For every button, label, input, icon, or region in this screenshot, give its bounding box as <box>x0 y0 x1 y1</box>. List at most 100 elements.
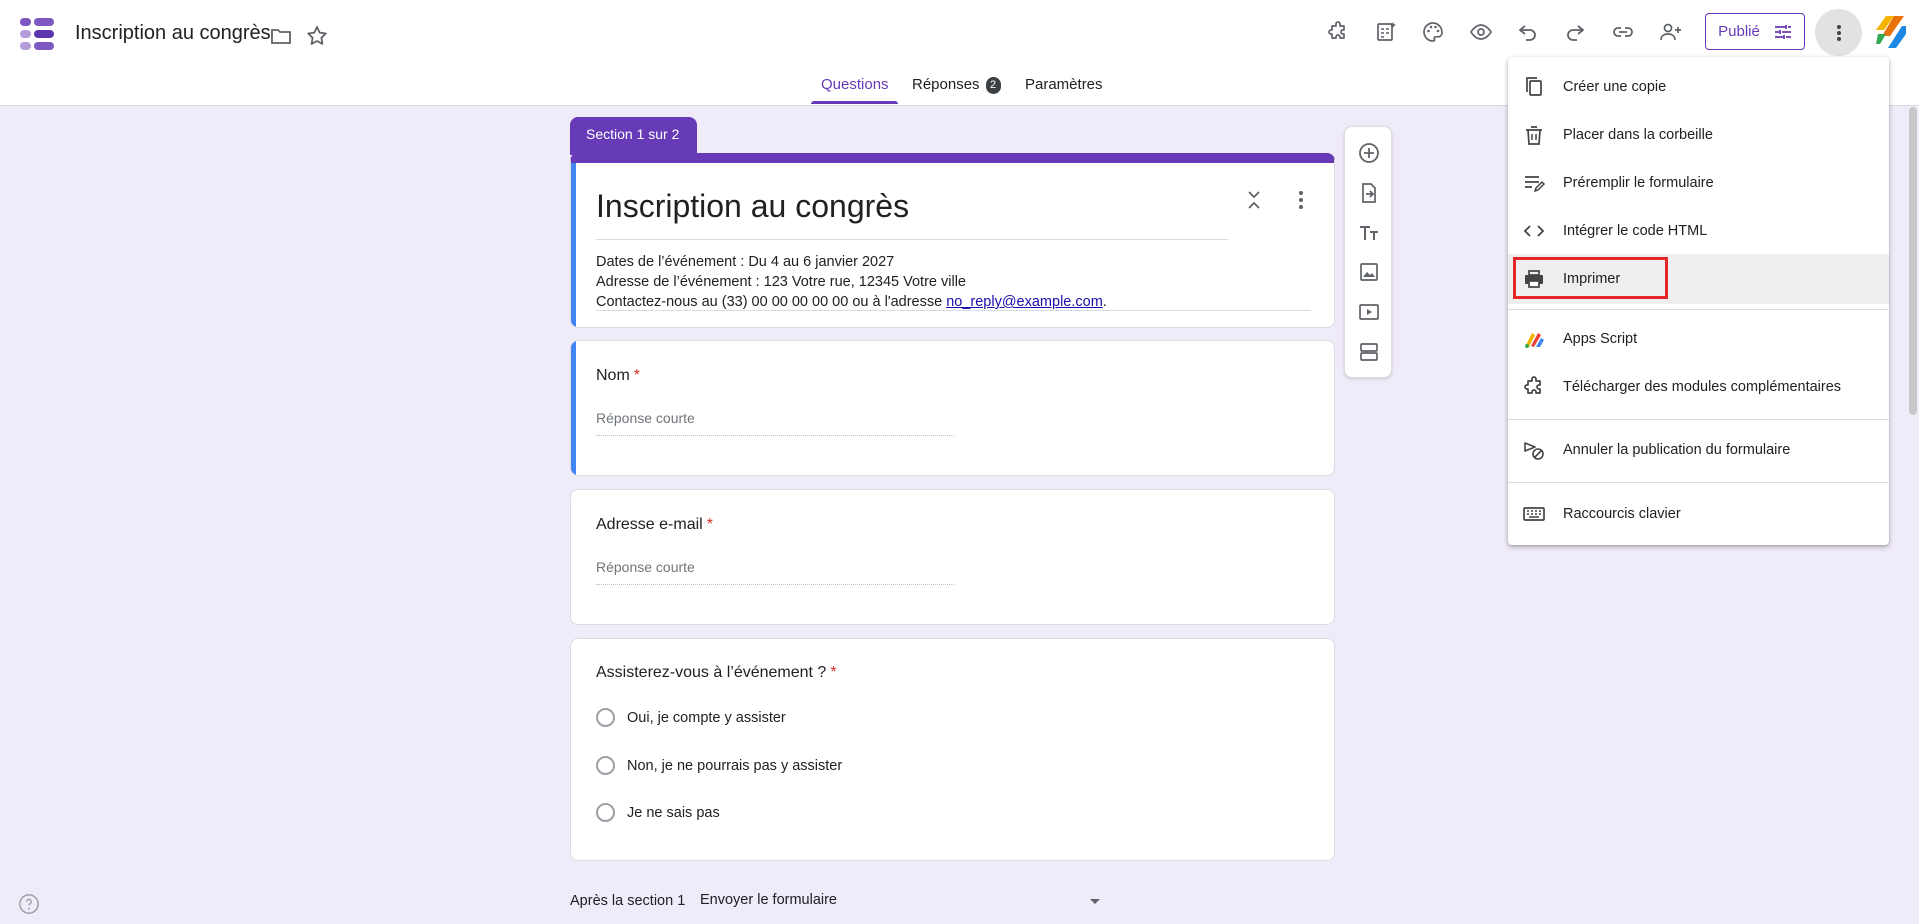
required-asterisk: * <box>633 367 641 384</box>
menu-item-embed-html[interactable]: Intégrer le code HTML <box>1508 208 1889 254</box>
highlight-annotation-box <box>1513 257 1668 299</box>
tab-responses[interactable]: Réponses 2 <box>912 76 1001 94</box>
radio-button-icon[interactable] <box>596 803 615 822</box>
description-line: Dates de l’événement : Du 4 au 6 janvier… <box>596 254 895 270</box>
app-launcher-logo-icon[interactable] <box>1874 14 1906 50</box>
question-card-name[interactable]: Nom * Réponse courte <box>570 340 1335 476</box>
add-video-icon[interactable] <box>1357 300 1381 324</box>
contact-suffix: . <box>1102 294 1107 310</box>
required-asterisk: * <box>830 664 837 681</box>
after-section-label: Après la section 1 <box>570 893 686 909</box>
scrollbar-thumb[interactable] <box>1909 107 1917 415</box>
question-title: Assisterez-vous à l’événement ? * <box>596 664 837 682</box>
question-title-text: Assisterez-vous à l’événement ? <box>596 664 827 681</box>
radio-button-icon[interactable] <box>596 708 615 727</box>
menu-item-create-copy[interactable]: Créer une copie <box>1508 64 1889 110</box>
contact-email-link[interactable]: no_reply@example.com <box>946 294 1103 310</box>
folder-icon[interactable] <box>269 24 293 48</box>
add-section-icon[interactable] <box>1357 340 1381 364</box>
preview-eye-icon[interactable] <box>1468 19 1494 45</box>
more-vert-icon <box>1836 24 1841 41</box>
publish-label: Publié <box>1718 23 1760 40</box>
radio-option[interactable]: Oui, je compte y assister <box>596 708 786 727</box>
menu-item-label: Raccourcis clavier <box>1563 506 1681 522</box>
tab-responses-label: Réponses <box>912 76 980 93</box>
contact-text: Contactez-nous au (33) 00 00 00 00 00 ou… <box>596 294 947 310</box>
menu-item-unpublish[interactable]: Annuler la publication du formulaire <box>1508 427 1889 473</box>
required-asterisk: * <box>706 516 713 533</box>
add-collaborator-icon[interactable] <box>1658 19 1684 45</box>
star-icon[interactable] <box>305 24 329 48</box>
menu-divider <box>1508 309 1889 310</box>
form-description[interactable]: Dates de l’événement : Du 4 au 6 janvier… <box>596 252 1107 312</box>
tab-questions[interactable]: Questions <box>821 76 889 93</box>
description-underline <box>596 310 1311 311</box>
addon-icon <box>1524 376 1541 394</box>
question-card-attendance[interactable]: Assisterez-vous à l’événement ? * Oui, je… <box>570 638 1335 861</box>
focus-accent-bar <box>571 341 576 475</box>
more-options-button[interactable] <box>1815 9 1862 56</box>
collapse-section-icon[interactable] <box>1242 188 1266 212</box>
menu-divider <box>1508 482 1889 483</box>
question-card-email[interactable]: Adresse e-mail * Réponse courte <box>570 489 1335 625</box>
question-title-text: Nom <box>596 367 630 384</box>
menu-item-keyboard-shortcuts[interactable]: Raccourcis clavier <box>1508 491 1889 537</box>
menu-item-label: Apps Script <box>1563 331 1638 347</box>
unpublish-icon <box>1524 442 1544 460</box>
after-section-select[interactable]: Envoyer le formulaire <box>700 892 1100 908</box>
publish-button[interactable]: Publié <box>1705 13 1805 50</box>
form-header-card[interactable]: Inscription au congrès Dates de l’événem… <box>570 153 1335 328</box>
ai-form-icon[interactable] <box>1373 19 1399 45</box>
title-underline <box>596 239 1228 240</box>
menu-item-trash[interactable]: Placer dans la corbeille <box>1508 112 1889 158</box>
menu-item-label: Intégrer le code HTML <box>1563 223 1708 239</box>
import-questions-icon[interactable] <box>1357 181 1381 205</box>
palette-icon[interactable] <box>1420 19 1446 45</box>
addons-icon[interactable] <box>1325 19 1351 45</box>
copy-icon <box>1526 77 1542 96</box>
add-title-icon[interactable] <box>1357 221 1381 245</box>
menu-item-prefill[interactable]: Préremplir le formulaire <box>1508 160 1889 206</box>
form-title[interactable]: Inscription au congrès <box>596 188 909 225</box>
link-icon[interactable] <box>1610 19 1636 45</box>
section-more-icon[interactable] <box>1289 188 1313 212</box>
menu-item-apps-script[interactable]: Apps Script <box>1508 316 1889 362</box>
help-icon[interactable] <box>18 893 40 915</box>
prefill-icon <box>1525 176 1546 193</box>
tab-settings[interactable]: Paramètres <box>1025 76 1103 93</box>
undo-icon[interactable] <box>1515 19 1541 45</box>
section-label: Section 1 sur 2 <box>570 117 697 155</box>
code-icon <box>1523 225 1545 237</box>
trash-icon <box>1526 126 1542 145</box>
active-tab-indicator <box>811 101 898 104</box>
focus-accent-bar <box>571 163 576 327</box>
question-title-text: Adresse e-mail <box>596 516 703 533</box>
question-title: Nom * <box>596 367 640 385</box>
menu-item-label: Télécharger des modules complémentaires <box>1563 379 1842 395</box>
dropdown-caret-icon[interactable] <box>1090 899 1100 904</box>
option-label: Je ne sais pas <box>627 804 720 821</box>
radio-option[interactable]: Je ne sais pas <box>596 803 720 822</box>
add-question-icon[interactable] <box>1357 141 1381 165</box>
option-label: Non, je ne pourrais pas y assister <box>627 757 843 774</box>
menu-item-label: Créer une copie <box>1563 79 1667 95</box>
menu-item-label: Préremplir le formulaire <box>1563 175 1714 191</box>
option-label: Oui, je compte y assister <box>627 709 786 726</box>
question-toolbar <box>1344 126 1392 378</box>
description-line: Contactez-nous au (33) 00 00 00 00 00 ou… <box>596 292 1107 312</box>
document-title[interactable]: Inscription au congrès <box>75 22 271 45</box>
redo-icon[interactable] <box>1562 19 1588 45</box>
forms-logo-icon[interactable] <box>20 16 54 52</box>
menu-item-get-addons[interactable]: Télécharger des modules complémentaires <box>1508 364 1889 410</box>
radio-option[interactable]: Non, je ne pourrais pas y assister <box>596 756 842 775</box>
add-image-icon[interactable] <box>1357 260 1381 284</box>
menu-item-label: Placer dans la corbeille <box>1563 127 1713 143</box>
short-answer-field: Réponse courte <box>596 559 954 585</box>
short-answer-field: Réponse courte <box>596 410 954 436</box>
keyboard-icon <box>1523 507 1545 521</box>
more-options-menu: Créer une copie Placer dans la corbeille… <box>1508 57 1889 545</box>
responses-count-badge: 2 <box>985 77 1001 94</box>
description-line: Adresse de l’événement : 123 Votre rue, … <box>596 274 966 290</box>
menu-item-label: Annuler la publication du formulaire <box>1563 442 1791 458</box>
radio-button-icon[interactable] <box>596 756 615 775</box>
